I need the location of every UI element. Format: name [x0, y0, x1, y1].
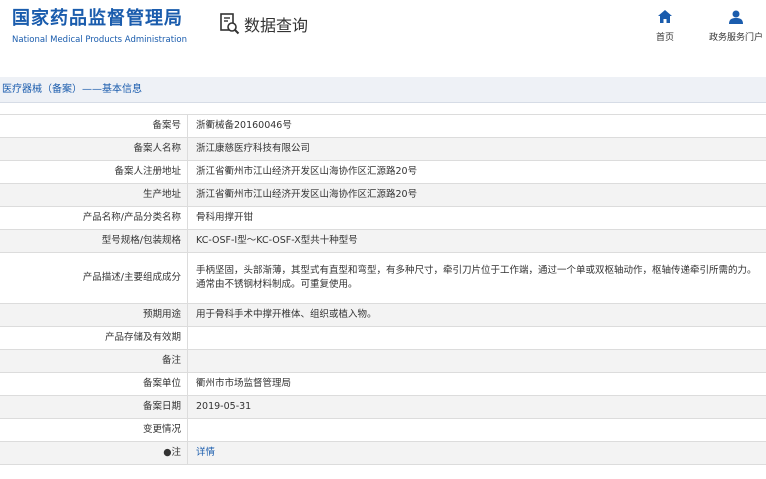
- row-label: 预期用途: [0, 303, 188, 327]
- row-value: [187, 349, 766, 373]
- row-label: 备注: [0, 349, 188, 373]
- row-label: 备案日期: [0, 395, 188, 419]
- site-name-cn: 国家药品监督管理局: [12, 8, 183, 29]
- row-value: 浙江省衢州市江山经济开发区山海协作区汇源路20号: [187, 160, 766, 184]
- table-row: 备注: [0, 349, 766, 373]
- table-row: 产品描述/主要组成成分 手柄坚固，头部渐薄，其型式有直型和弯型，有多种尺寸，牵引…: [0, 252, 766, 304]
- row-value: 骨科用撑开钳: [187, 206, 766, 230]
- row-label: 备案单位: [0, 372, 188, 396]
- site-logo[interactable]: 国家药品监督管理局 National Medical Products Admi…: [12, 8, 187, 46]
- table-row: 备案单位 衢州市市场监督管理局: [0, 372, 766, 396]
- search-document-icon: [220, 13, 240, 35]
- table-row: 预期用途 用于骨科手术中撑开椎体、组织或植入物。: [0, 303, 766, 327]
- row-label: 变更情况: [0, 418, 188, 442]
- row-label: 产品存储及有效期: [0, 326, 188, 350]
- row-value: 手柄坚固，头部渐薄，其型式有直型和弯型，有多种尺寸，牵引刀片位于工作端，通过一个…: [187, 252, 766, 304]
- row-value: [187, 418, 766, 442]
- table-row: 备案号 浙衢械备20160046号: [0, 114, 766, 138]
- row-value: 浙衢械备20160046号: [187, 114, 766, 138]
- record-detail-table: 备案号 浙衢械备20160046号 备案人名称 浙江康慈医疗科技有限公司 备案人…: [0, 114, 766, 465]
- details-link[interactable]: 详情: [196, 447, 215, 458]
- table-row: ●注 详情: [0, 441, 766, 465]
- table-row: 备案人注册地址 浙江省衢州市江山经济开发区山海协作区汇源路20号: [0, 160, 766, 184]
- row-label: 产品名称/产品分类名称: [0, 206, 188, 230]
- data-query-heading: 数据查询: [220, 12, 308, 36]
- row-label: 备案人名称: [0, 137, 188, 161]
- row-value: [187, 326, 766, 350]
- row-value: 浙江康慈医疗科技有限公司: [187, 137, 766, 161]
- row-value: 详情: [187, 441, 766, 465]
- nav-home[interactable]: 首页: [650, 10, 680, 43]
- data-query-title: 数据查询: [244, 16, 309, 35]
- table-row: 生产地址 浙江省衢州市江山经济开发区山海协作区汇源路20号: [0, 183, 766, 207]
- section-title: 医疗器械（备案）——基本信息: [2, 84, 142, 95]
- site-header: 国家药品监督管理局 National Medical Products Admi…: [0, 0, 766, 77]
- nav-service-portal[interactable]: 政务服务门户: [703, 10, 766, 43]
- row-value: 2019-05-31: [187, 395, 766, 419]
- row-label: 生产地址: [0, 183, 188, 207]
- home-icon: [658, 10, 672, 23]
- row-label: 备案人注册地址: [0, 160, 188, 184]
- user-icon: [729, 10, 743, 24]
- site-name-en: National Medical Products Administration: [12, 35, 187, 45]
- table-row: 型号规格/包装规格 KC-OSF-I型～KC-OSF-X型共十种型号: [0, 229, 766, 253]
- section-header: 医疗器械（备案）——基本信息: [0, 77, 766, 103]
- row-value: 衢州市市场监督管理局: [187, 372, 766, 396]
- row-label: 产品描述/主要组成成分: [0, 252, 188, 304]
- table-row: 变更情况: [0, 418, 766, 442]
- nav-home-label: 首页: [655, 33, 674, 43]
- row-value: KC-OSF-I型～KC-OSF-X型共十种型号: [187, 229, 766, 253]
- table-row: 产品名称/产品分类名称 骨科用撑开钳: [0, 206, 766, 230]
- row-label: 型号规格/包装规格: [0, 229, 188, 253]
- note-label: 注: [171, 447, 181, 458]
- row-value: 用于骨科手术中撑开椎体、组织或植入物。: [187, 303, 766, 327]
- nav-service-portal-label: 政务服务门户: [708, 33, 763, 43]
- row-label: ●注: [0, 441, 188, 465]
- table-row: 产品存储及有效期: [0, 326, 766, 350]
- table-row: 备案日期 2019-05-31: [0, 395, 766, 419]
- table-row: 备案人名称 浙江康慈医疗科技有限公司: [0, 137, 766, 161]
- row-label: 备案号: [0, 114, 188, 138]
- row-value: 浙江省衢州市江山经济开发区山海协作区汇源路20号: [187, 183, 766, 207]
